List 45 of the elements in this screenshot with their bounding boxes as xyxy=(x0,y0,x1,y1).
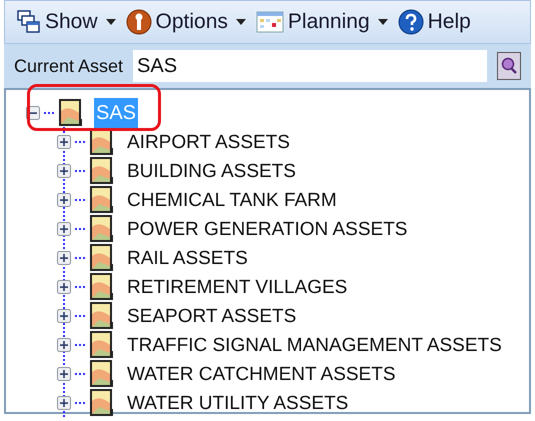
tree-item[interactable]: RAIL ASSETS xyxy=(127,245,248,274)
tree-item[interactable]: TRAFFIC SIGNAL MANAGEMENT ASSETS xyxy=(127,332,502,361)
folder-icon xyxy=(89,360,115,388)
caret-icon xyxy=(236,19,246,25)
tree-item[interactable]: BUILDING ASSETS xyxy=(127,158,296,187)
folder-icon xyxy=(58,98,84,126)
caret-icon xyxy=(378,19,388,25)
calendar-icon xyxy=(256,10,284,34)
tree-item[interactable]: AIRPORT ASSETS xyxy=(127,129,290,158)
expand-icon[interactable] xyxy=(57,366,71,380)
search-button[interactable] xyxy=(497,52,521,80)
expand-icon[interactable] xyxy=(57,308,71,322)
toolbar-button[interactable]: Options xyxy=(124,5,248,39)
expand-icon[interactable] xyxy=(57,280,71,294)
search-icon xyxy=(500,57,518,75)
tree-item[interactable]: CHEMICAL TANK FARM xyxy=(127,187,337,216)
folder-icon xyxy=(89,186,115,214)
folder-icon xyxy=(89,214,115,242)
folder-icon xyxy=(89,388,115,416)
expand-icon[interactable] xyxy=(57,396,71,410)
tree-item[interactable]: WATER UTILITY ASSETS xyxy=(127,390,348,419)
expand-icon[interactable] xyxy=(57,164,71,178)
info-icon xyxy=(126,9,152,35)
folder-icon xyxy=(89,244,115,272)
caret-icon xyxy=(106,19,116,25)
toolbar-button[interactable]: Show xyxy=(15,5,118,39)
asset-field[interactable]: SAS xyxy=(133,50,487,82)
toolbar-button[interactable]: Help xyxy=(396,5,473,39)
expand-icon[interactable] xyxy=(57,338,71,352)
expand-icon[interactable] xyxy=(57,222,71,236)
tree-item[interactable]: RETIREMENT VILLAGES xyxy=(127,274,348,303)
expand-icon[interactable] xyxy=(57,134,71,148)
tree-item[interactable]: WATER CATCHMENT ASSETS xyxy=(127,361,396,390)
tree-item[interactable]: POWER GENERATION ASSETS xyxy=(127,216,408,245)
expand-icon[interactable] xyxy=(57,250,71,264)
windows-icon xyxy=(17,10,41,34)
field-label: Current Asset xyxy=(14,54,124,78)
folder-icon xyxy=(89,302,115,330)
folder-icon xyxy=(89,330,115,358)
help-icon xyxy=(398,9,424,35)
folder-icon xyxy=(89,156,115,184)
folder-icon xyxy=(89,272,115,300)
expand-icon[interactable] xyxy=(57,192,71,206)
tree-item[interactable]: SEAPORT ASSETS xyxy=(127,303,296,332)
toolbar-button[interactable]: Planning xyxy=(254,5,390,39)
